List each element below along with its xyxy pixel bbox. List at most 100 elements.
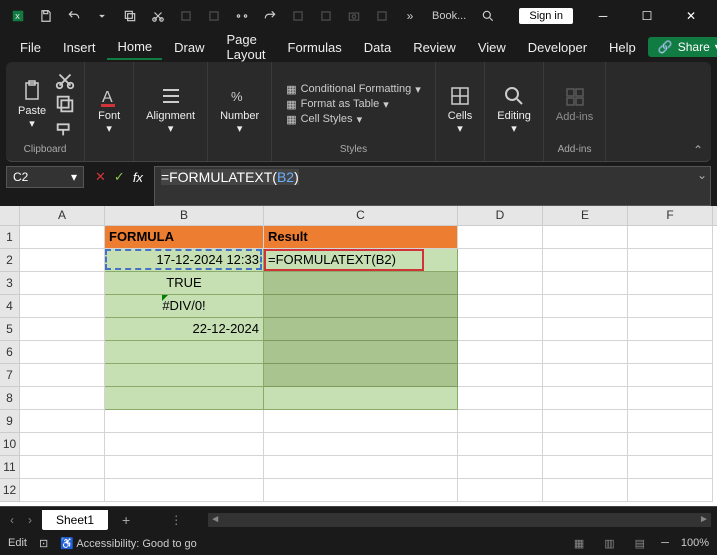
cell-C11[interactable]: [264, 456, 458, 479]
cell-A4[interactable]: [20, 295, 105, 318]
cell-D11[interactable]: [458, 456, 543, 479]
copy-button[interactable]: [54, 93, 76, 115]
cell-F11[interactable]: [628, 456, 713, 479]
menu-file[interactable]: File: [10, 36, 51, 59]
cell-B1[interactable]: FORMULA: [105, 226, 264, 249]
status-accessibility[interactable]: ♿ Accessibility: Good to go: [60, 537, 197, 550]
paste-button[interactable]: Paste▾: [14, 75, 50, 134]
col-header-D[interactable]: D: [458, 206, 543, 225]
sheet-tab-active[interactable]: Sheet1: [42, 510, 108, 530]
view-normal-icon[interactable]: ▦: [570, 537, 588, 550]
col-header-B[interactable]: B: [105, 206, 264, 225]
cell-F7[interactable]: [628, 364, 713, 387]
cell-C8[interactable]: [264, 387, 458, 410]
cell-E1[interactable]: [543, 226, 628, 249]
cell-D9[interactable]: [458, 410, 543, 433]
cell-D6[interactable]: [458, 341, 543, 364]
undo-icon[interactable]: [60, 2, 88, 30]
cell-B4[interactable]: #DIV/0!: [105, 295, 264, 318]
font-button[interactable]: A Font▾: [93, 80, 125, 139]
cell-A3[interactable]: [20, 272, 105, 295]
tab-options-icon[interactable]: ⋮: [170, 513, 182, 527]
cell-D1[interactable]: [458, 226, 543, 249]
format-painter-button[interactable]: [54, 117, 76, 139]
menu-data[interactable]: Data: [354, 36, 401, 59]
cell-C10[interactable]: [264, 433, 458, 456]
cell-E11[interactable]: [543, 456, 628, 479]
signin-button[interactable]: Sign in: [519, 8, 573, 24]
cell-A1[interactable]: [20, 226, 105, 249]
cell-A11[interactable]: [20, 456, 105, 479]
cell-B11[interactable]: [105, 456, 264, 479]
close-button[interactable]: ✕: [669, 0, 713, 32]
name-box[interactable]: C2▾: [6, 166, 84, 188]
row-header-1[interactable]: 1: [0, 226, 20, 249]
camera-icon[interactable]: [340, 2, 368, 30]
col-header-A[interactable]: A: [20, 206, 105, 225]
menu-draw[interactable]: Draw: [164, 36, 214, 59]
prev-sheet-icon[interactable]: ‹: [6, 513, 18, 527]
next-sheet-icon[interactable]: ›: [24, 513, 36, 527]
touch-mode-icon[interactable]: [228, 2, 256, 30]
save-icon[interactable]: [32, 2, 60, 30]
cell-D4[interactable]: [458, 295, 543, 318]
qat-icon-1[interactable]: [172, 2, 200, 30]
cell-A10[interactable]: [20, 433, 105, 456]
cell-A2[interactable]: [20, 249, 105, 272]
redo-icon[interactable]: [256, 2, 284, 30]
row-header-6[interactable]: 6: [0, 341, 20, 364]
scroll-right-icon[interactable]: ►: [697, 514, 711, 525]
menu-view[interactable]: View: [468, 36, 516, 59]
menu-home[interactable]: Home: [107, 35, 162, 60]
cell-C5[interactable]: [264, 318, 458, 341]
cell-F10[interactable]: [628, 433, 713, 456]
menu-help[interactable]: Help: [599, 36, 646, 59]
qat-icon-3[interactable]: [284, 2, 312, 30]
cell-C3[interactable]: [264, 272, 458, 295]
cell-A7[interactable]: [20, 364, 105, 387]
cell-B12[interactable]: [105, 479, 264, 502]
cancel-formula-icon[interactable]: ✕: [92, 169, 109, 185]
zoom-out-icon[interactable]: ─: [661, 537, 669, 549]
cells-area[interactable]: FORMULA Result 17-12-2024 12:33 =FORMULA…: [20, 226, 713, 502]
redo-dropdown-icon[interactable]: [88, 2, 116, 30]
row-header-9[interactable]: 9: [0, 410, 20, 433]
cell-D5[interactable]: [458, 318, 543, 341]
cell-B9[interactable]: [105, 410, 264, 433]
view-page-layout-icon[interactable]: ▥: [600, 537, 618, 550]
row-header-7[interactable]: 7: [0, 364, 20, 387]
cell-E7[interactable]: [543, 364, 628, 387]
cell-B10[interactable]: [105, 433, 264, 456]
cell-styles-button[interactable]: ▦ Cell Styles ▾: [286, 113, 421, 126]
maximize-button[interactable]: ☐: [625, 0, 669, 32]
cell-C1[interactable]: Result: [264, 226, 458, 249]
menu-insert[interactable]: Insert: [53, 36, 106, 59]
cell-C4[interactable]: [264, 295, 458, 318]
share-button[interactable]: 🔗Share ▾: [648, 37, 717, 57]
cell-C7[interactable]: [264, 364, 458, 387]
status-macro-icon[interactable]: ⊡: [39, 537, 48, 550]
horizontal-scrollbar[interactable]: ◄ ►: [208, 513, 711, 527]
cut-icon[interactable]: [144, 2, 172, 30]
row-header-10[interactable]: 10: [0, 433, 20, 456]
fx-icon[interactable]: fx: [130, 170, 146, 185]
cell-D10[interactable]: [458, 433, 543, 456]
cell-F1[interactable]: [628, 226, 713, 249]
menu-page-layout[interactable]: Page Layout: [217, 28, 276, 66]
row-header-12[interactable]: 12: [0, 479, 20, 502]
cell-B7[interactable]: [105, 364, 264, 387]
col-header-C[interactable]: C: [264, 206, 458, 225]
cell-B6[interactable]: [105, 341, 264, 364]
qat-icon-4[interactable]: [312, 2, 340, 30]
format-as-table-button[interactable]: ▦ Format as Table ▾: [286, 98, 421, 111]
cell-F5[interactable]: [628, 318, 713, 341]
qat-overflow-icon[interactable]: »: [396, 2, 424, 30]
cell-C12[interactable]: [264, 479, 458, 502]
row-header-11[interactable]: 11: [0, 456, 20, 479]
cell-A12[interactable]: [20, 479, 105, 502]
cell-E6[interactable]: [543, 341, 628, 364]
cell-F2[interactable]: [628, 249, 713, 272]
cell-E10[interactable]: [543, 433, 628, 456]
cell-E9[interactable]: [543, 410, 628, 433]
row-header-3[interactable]: 3: [0, 272, 20, 295]
